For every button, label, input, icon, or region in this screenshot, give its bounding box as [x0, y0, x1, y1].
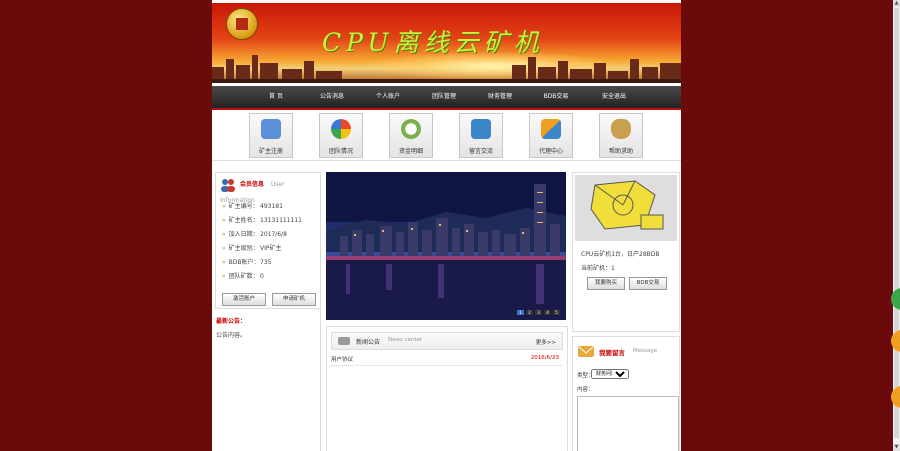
member-name-row: » 矿主姓名： 13131111111 [222, 215, 302, 227]
quick-message-button[interactable]: 留言交流 [459, 113, 503, 158]
news-icon [338, 337, 350, 345]
member-bdb-value: 735 [260, 259, 272, 266]
news-item[interactable]: 用户协议 2016/6/23 [331, 355, 561, 366]
users-icon [221, 179, 235, 192]
news-item-title[interactable]: 用户协议 [331, 357, 353, 363]
message-textarea[interactable] [577, 396, 679, 451]
quick-team-button[interactable]: 团队情况 [319, 113, 363, 158]
member-bdb-row: » BDB账户： 735 [222, 257, 271, 269]
quick-funds-label: 资金明细 [398, 148, 423, 155]
member-id-value: 493181 [260, 203, 283, 210]
nav-bdb-trade[interactable]: BDB交易 [528, 86, 584, 108]
quick-register-label: 矿主注册 [258, 148, 283, 155]
slide-dot[interactable]: 2 [526, 310, 533, 315]
slide-dot[interactable]: 5 [553, 310, 560, 315]
quick-help-label: 帮助求助 [608, 148, 633, 155]
nav-logout[interactable]: 安全退出 [586, 86, 642, 108]
member-id-label: 矿主编号： [228, 203, 259, 210]
nav-team[interactable]: 团队管理 [416, 86, 472, 108]
nav-finance[interactable]: 财务管理 [472, 86, 528, 108]
quick-agent-button[interactable]: 代理中心 [529, 113, 573, 158]
users-icon [261, 119, 281, 139]
quick-message-label: 留言交流 [468, 148, 493, 155]
notice-title: 最新公告： [216, 318, 247, 325]
miner-count-text: 当前矿机：1 [581, 265, 615, 272]
nav-account[interactable]: 个人账户 [360, 86, 416, 108]
news-title: 新闻公告 [356, 339, 381, 346]
quick-links: 矿主注册 团队情况 资金明细 留言交流 代理中心 帮助求助 [212, 110, 681, 161]
news-more-link[interactable]: 更多>> [536, 338, 556, 346]
bullet-icon: » [222, 259, 226, 266]
team-flower-icon [331, 119, 351, 139]
site-title: CPU离线云矿机 [322, 28, 544, 57]
activate-account-button[interactable]: 激活账户 [222, 293, 266, 306]
header-banner: CPU离线云矿机 [212, 3, 681, 83]
chat-icon [471, 119, 491, 139]
message-title-en: Message [633, 348, 658, 354]
quick-agent-label: 代理中心 [538, 148, 563, 155]
page-container: CPU离线云矿机 首 页 公告消息 个人账户 团队管理 财务管理 BDB交易 安… [212, 0, 681, 451]
member-team-value: 0 [260, 273, 264, 280]
member-team-label: 团队矿数： [228, 273, 259, 280]
member-bdb-label: BDB账户： [228, 259, 260, 266]
nav-home[interactable]: 首 页 [248, 86, 304, 108]
bullet-icon: » [222, 245, 226, 252]
member-info-panel: 会员信息 User Information » 矿主编号： 493181 » 矿主姓名… [215, 172, 321, 309]
quick-register-button[interactable]: 矿主注册 [249, 113, 293, 158]
nav-notices[interactable]: 公告消息 [304, 86, 360, 108]
bullet-icon: » [222, 273, 226, 280]
apply-miner-button[interactable]: 申请矿机 [272, 293, 316, 306]
scroll-down-arrow-icon[interactable]: ▼ [893, 444, 900, 451]
member-info-header: 会员信息 User Information [220, 177, 320, 204]
topic-select[interactable]: 财务问题 [591, 369, 629, 379]
bdb-trade-button[interactable]: BDB交易 [629, 277, 667, 290]
city-night-image [326, 172, 566, 320]
quick-team-label: 团队情况 [328, 148, 353, 155]
member-level-row: » 矿主级别： VIP矿主 [222, 243, 282, 255]
money-bag-icon [611, 119, 631, 139]
news-item-date: 2016/6/23 [530, 355, 559, 361]
member-level-value: VIP矿主 [260, 245, 282, 252]
member-joined-row: » 加入日期： 2017/6/8 [222, 229, 287, 241]
message-icon [578, 346, 594, 357]
member-team-row: » 团队矿数： 0 [222, 271, 264, 283]
content-label: 内容： [577, 387, 594, 393]
message-title: 我要留言 [599, 349, 625, 357]
member-info-title: 会员信息 [240, 181, 265, 188]
puzzle-icon [541, 119, 561, 139]
logo-coin-icon[interactable] [226, 8, 258, 40]
divider [320, 310, 321, 451]
quick-help-button[interactable]: 帮助求助 [599, 113, 643, 158]
member-joined-label: 加入日期： [228, 231, 259, 238]
scrollbar-thumb[interactable] [894, 8, 899, 438]
notice-body: 公告内容。 [216, 332, 247, 339]
bullet-icon: » [222, 217, 226, 224]
member-joined-value: 2017/6/8 [260, 231, 287, 238]
miner-output-text: CPU云矿机1台，日产28BDB [581, 251, 660, 258]
member-name-label: 矿主姓名： [228, 217, 259, 224]
slide-dot[interactable]: 4 [544, 310, 551, 315]
member-id-row: » 矿主编号： 493181 [222, 201, 283, 213]
member-name-value: 13131111111 [260, 217, 302, 224]
news-panel: 新闻公告 News center 更多>> 用户协议 2016/6/23 [326, 326, 568, 451]
bullet-icon: » [222, 203, 226, 210]
quick-funds-button[interactable]: 资金明细 [389, 113, 433, 158]
miner-machine-image [575, 175, 677, 241]
member-level-label: 矿主级别： [228, 245, 259, 252]
slide-dot[interactable]: 1 [517, 310, 524, 315]
scroll-up-arrow-icon[interactable]: ▲ [893, 0, 900, 7]
clock-money-icon [401, 119, 421, 139]
slide-dot[interactable]: 3 [535, 310, 542, 315]
buy-miner-button[interactable]: 我要购买 [587, 277, 625, 290]
miner-panel: CPU云矿机1台，日产28BDB 当前矿机：1 我要购买 BDB交易 [572, 172, 680, 332]
news-header: 新闻公告 News center 更多>> [331, 332, 563, 350]
news-title-en: News center [388, 337, 423, 343]
slide-pager: 12345 [515, 309, 560, 316]
message-panel: 我要留言 Message 类型： 财务问题 内容： [572, 336, 680, 451]
hero-slideshow[interactable]: 12345 [326, 172, 566, 320]
bullet-icon: » [222, 231, 226, 238]
main-navbar: 首 页 公告消息 个人账户 团队管理 财务管理 BDB交易 安全退出 [212, 86, 681, 110]
